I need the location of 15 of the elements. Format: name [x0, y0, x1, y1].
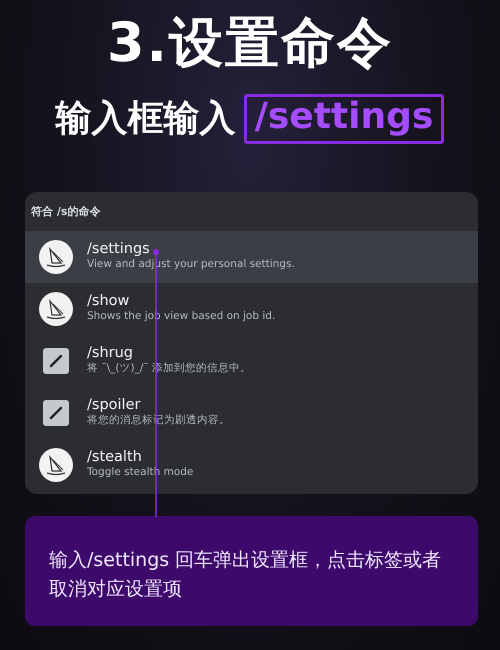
- pencil-icon: [43, 400, 69, 426]
- command-name: /settings: [87, 240, 151, 258]
- command-name: /spoiler: [87, 396, 142, 414]
- highlighted-command: /settings: [244, 94, 444, 144]
- pencil-icon: [43, 348, 69, 374]
- sailboat-icon: [39, 448, 73, 482]
- subtitle: 输入框输入: [56, 101, 236, 137]
- callout-text: 输入/settings 回车弹出设置框，点击标签或者取消对应设置项: [25, 516, 478, 626]
- sailboat-icon: [39, 240, 73, 274]
- panel-header: 符合 /s的命令: [30, 204, 102, 220]
- command-name: /stealth: [87, 448, 143, 466]
- command-name: /show: [87, 292, 130, 310]
- command-name: /shrug: [87, 344, 134, 362]
- sailboat-icon: [39, 292, 73, 326]
- page-title: 3.设置命令: [106, 11, 394, 74]
